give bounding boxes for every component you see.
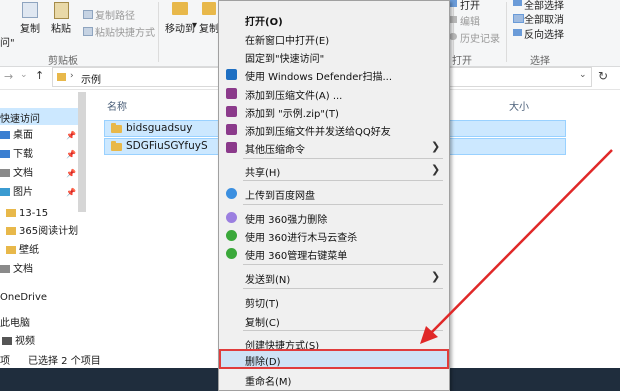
annotation-arrow-line xyxy=(427,149,613,337)
annotation-arrow xyxy=(420,149,613,344)
